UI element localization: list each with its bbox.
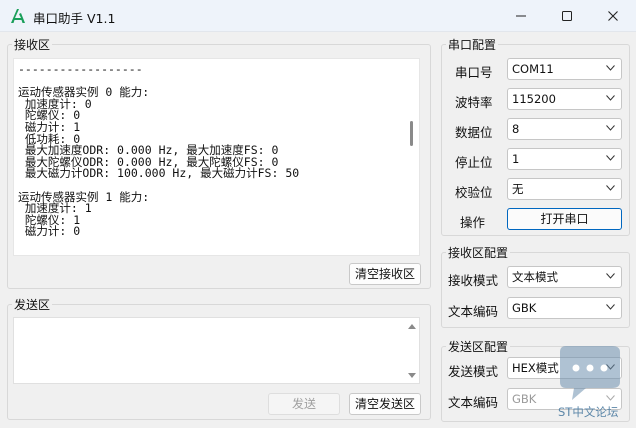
parity-select[interactable]: 无 (507, 178, 622, 200)
scroll-up-arrow-icon[interactable] (408, 323, 416, 329)
minimize-button[interactable] (498, 0, 544, 31)
receive-line: 最大磁力计ODR: 100.000 Hz, 最大磁力计FS: 50 (18, 166, 300, 181)
receive-scrollbar[interactable] (405, 59, 419, 255)
stopbits-label: 停止位 (455, 155, 493, 170)
clear-send-button[interactable]: 清空发送区 (349, 393, 421, 415)
baud-select-value: 115200 (512, 92, 556, 106)
rx-mode-label: 接收模式 (448, 273, 499, 288)
send-button[interactable]: 发送 (268, 393, 340, 415)
tx-encoding-label: 文本编码 (448, 395, 499, 410)
window-title: 串口助手 V1.1 (33, 11, 116, 26)
parity-label: 校验位 (455, 185, 493, 200)
tx-config-title: 发送区配置 (446, 338, 511, 355)
title-bar[interactable]: 串口助手 V1.1 (0, 0, 636, 32)
rx-mode-select-value: 文本模式 (512, 270, 558, 284)
chevron-down-icon (606, 125, 615, 131)
maximize-button[interactable] (544, 0, 590, 31)
rx-encoding-select-value: GBK (512, 301, 537, 315)
stopbits-select[interactable]: 1 (507, 148, 622, 170)
tx-mode-select-value: HEX模式 (512, 361, 559, 375)
tx-encoding-select-value: GBK (512, 392, 537, 406)
stopbits-select-value: 1 (512, 152, 520, 166)
chevron-down-icon (606, 95, 615, 101)
receive-line: 磁力计: 0 (18, 224, 81, 239)
close-icon (608, 11, 618, 21)
receive-line: ------------------ (18, 62, 143, 76)
rx-mode-select[interactable]: 文本模式 (507, 266, 622, 288)
send-scrollbar[interactable] (405, 318, 419, 383)
maximize-icon (562, 11, 572, 21)
chevron-down-icon (606, 155, 615, 161)
chevron-down-icon (606, 273, 615, 279)
rx-encoding-label: 文本编码 (448, 304, 499, 319)
watermark: ST中文论坛 (556, 344, 628, 422)
chat-bubble-icon (560, 346, 620, 400)
app-logo-icon (11, 9, 25, 23)
chevron-down-icon (606, 185, 615, 191)
receive-text: ------------------ 运动传感器实例 0 能力: 加速度计: 0… (18, 62, 410, 239)
tx-mode-label: 发送模式 (448, 364, 499, 379)
scroll-down-arrow-icon[interactable] (408, 373, 416, 379)
receive-textarea[interactable]: ------------------ 运动传感器实例 0 能力: 加速度计: 0… (13, 58, 420, 256)
rx-config-title: 接收区配置 (446, 244, 511, 261)
baud-select[interactable]: 115200 (507, 88, 622, 110)
chevron-down-icon (606, 65, 615, 71)
rx-encoding-select[interactable]: GBK (507, 297, 622, 319)
baud-label: 波特率 (455, 95, 493, 110)
close-button[interactable] (590, 0, 636, 31)
minimize-icon (516, 15, 526, 17)
databits-label: 数据位 (455, 125, 493, 140)
clear-receive-button[interactable]: 清空接收区 (349, 263, 421, 285)
parity-select-value: 无 (512, 182, 524, 196)
chevron-down-icon (606, 304, 615, 310)
serial-config-title: 串口配置 (446, 36, 499, 53)
databits-select-value: 8 (512, 122, 520, 136)
send-group-title: 发送区 (12, 296, 53, 313)
port-label: 串口号 (455, 65, 493, 80)
receive-scrollbar-thumb[interactable] (410, 121, 413, 146)
port-select[interactable]: COM11 (507, 58, 622, 80)
watermark-text: ST中文论坛 (558, 405, 619, 419)
port-select-value: COM11 (512, 62, 554, 76)
send-textarea[interactable] (13, 317, 420, 384)
open-port-button[interactable]: 打开串口 (507, 208, 622, 230)
receive-group-title: 接收区 (12, 36, 53, 53)
action-label: 操作 (460, 215, 486, 230)
databits-select[interactable]: 8 (507, 118, 622, 140)
